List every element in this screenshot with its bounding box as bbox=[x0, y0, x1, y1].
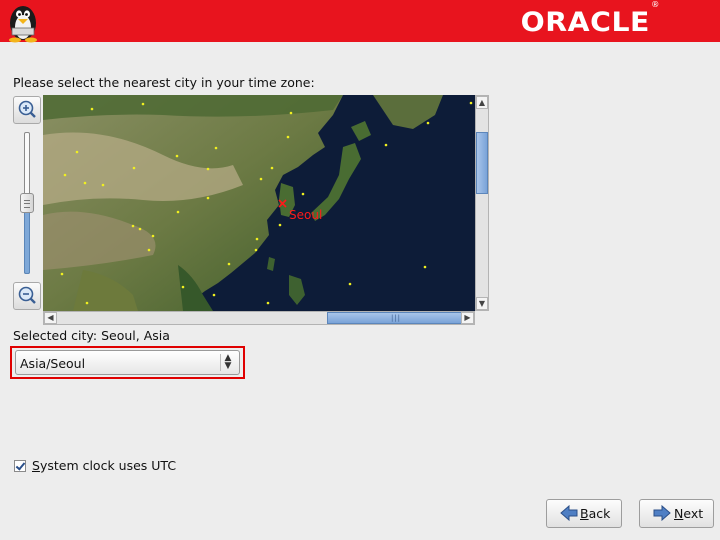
timezone-select[interactable]: Asia/Seoul ▲ ▼ bbox=[15, 350, 240, 375]
zoom-in-button[interactable] bbox=[13, 96, 41, 124]
scroll-down-icon[interactable]: ▼ bbox=[476, 297, 488, 310]
selected-city-label: Selected city: Seoul, Asia bbox=[13, 328, 170, 343]
zoom-slider-handle[interactable] bbox=[20, 193, 34, 213]
header-bar: ORACLE® bbox=[0, 0, 720, 43]
oracle-logo: ORACLE® bbox=[521, 0, 661, 38]
zoom-out-icon bbox=[18, 286, 36, 304]
zoom-out-button[interactable] bbox=[13, 282, 41, 310]
map-vertical-scrollbar[interactable]: ▲ ▼ bbox=[475, 95, 489, 311]
next-arrow-icon bbox=[653, 505, 671, 521]
zoom-slider-fill bbox=[24, 210, 30, 274]
tux-penguin-icon bbox=[9, 6, 37, 43]
timezone-select-value: Asia/Seoul bbox=[20, 356, 86, 371]
next-button-label: Next bbox=[674, 506, 704, 521]
zoom-in-icon bbox=[18, 100, 36, 118]
map-city-label: Seoul bbox=[289, 208, 323, 222]
map-horizontal-scrollbar[interactable]: ◀ ||| ▶ bbox=[43, 311, 475, 325]
back-button[interactable]: Back bbox=[546, 499, 622, 528]
updown-chevron-icon: ▲ ▼ bbox=[220, 354, 235, 371]
utc-checkbox[interactable] bbox=[14, 460, 26, 472]
scroll-up-icon[interactable]: ▲ bbox=[476, 96, 488, 109]
world-map-image bbox=[43, 95, 475, 311]
next-button[interactable]: Next bbox=[639, 499, 714, 528]
horizontal-scroll-thumb[interactable]: ||| bbox=[327, 312, 465, 324]
scroll-left-icon[interactable]: ◀ bbox=[44, 312, 57, 324]
back-arrow-icon bbox=[560, 505, 578, 521]
vertical-scroll-thumb[interactable] bbox=[476, 132, 488, 194]
back-button-label: Back bbox=[580, 506, 611, 521]
scroll-right-icon[interactable]: ▶ bbox=[461, 312, 474, 324]
timezone-map[interactable]: Seoul bbox=[43, 95, 475, 311]
utc-checkbox-label[interactable]: System clock uses UTC bbox=[32, 458, 176, 473]
timezone-prompt: Please select the nearest city in your t… bbox=[13, 75, 315, 90]
